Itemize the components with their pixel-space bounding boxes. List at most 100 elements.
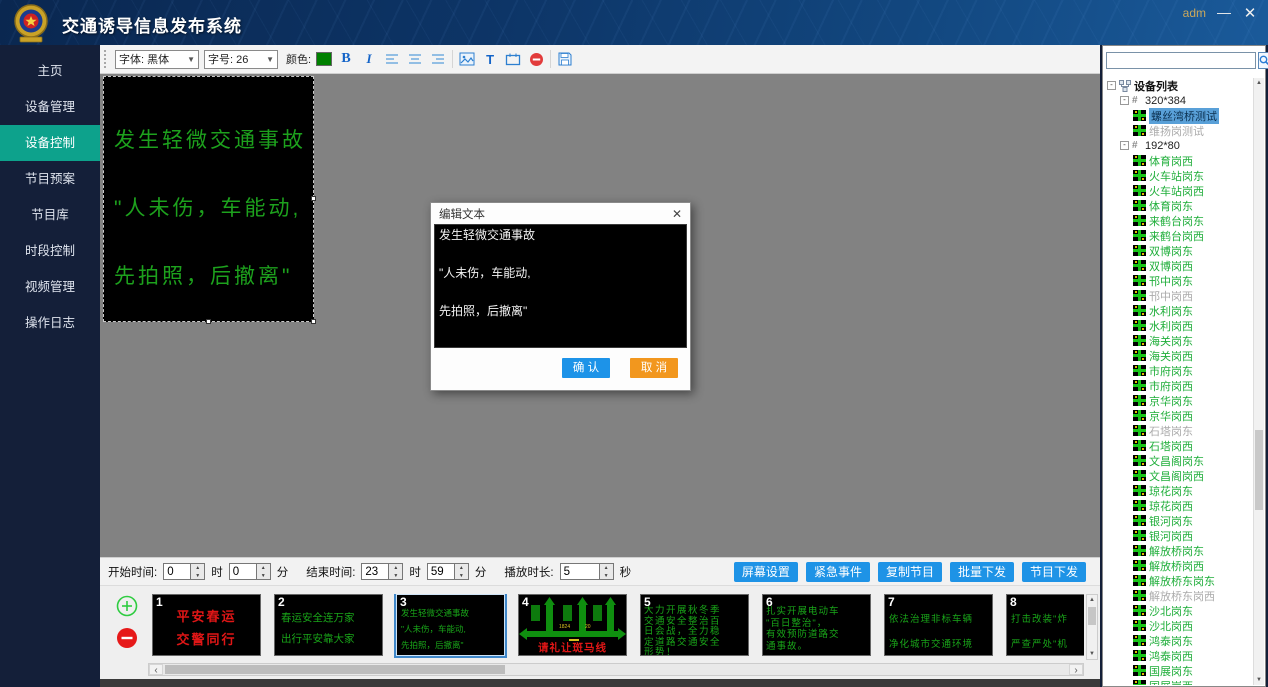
cancel-button[interactable]: 取 消 — [630, 358, 678, 378]
tree-device-item[interactable]: 解放桥东岗西 — [1105, 588, 1252, 603]
toolbar-grip[interactable] — [104, 50, 108, 68]
emergency-event-button[interactable]: 紧急事件 — [806, 562, 870, 582]
tree-device-item[interactable]: 沙北岗西 — [1105, 618, 1252, 633]
tree-device-item[interactable]: 沙北岗东 — [1105, 603, 1252, 618]
spinner-up-icon[interactable]: ▲ — [257, 564, 270, 572]
tree-device-item[interactable]: 琼花岗西 — [1105, 498, 1252, 513]
scroll-down-icon[interactable]: ▼ — [1254, 675, 1264, 685]
start-hour-input[interactable] — [163, 563, 191, 580]
minimize-button[interactable]: — — [1214, 4, 1234, 20]
tree-device-item[interactable]: 水利岗东 — [1105, 303, 1252, 318]
sidebar-item-device-control[interactable]: 设备控制 — [0, 125, 100, 161]
tree-device-item[interactable]: 鸿泰岗西 — [1105, 648, 1252, 663]
tree-device-item[interactable]: 文昌阁岗东 — [1105, 453, 1252, 468]
tree-device-item[interactable]: 体育岗东 — [1105, 198, 1252, 213]
playlist-item-3[interactable]: 3发生轻微交通事故"人未伤，车能动,先拍照，后撤离" — [396, 594, 505, 656]
tree-device-item[interactable]: 银河岗西 — [1105, 528, 1252, 543]
end-hour-input[interactable] — [361, 563, 389, 580]
close-button[interactable]: ✕ — [1240, 4, 1260, 22]
collapse-icon[interactable]: - — [1120, 141, 1129, 150]
tree-device-item[interactable]: 维扬岗测试 — [1105, 123, 1252, 138]
sidebar-item-operation-log[interactable]: 操作日志 — [0, 305, 100, 341]
playlist-item-6[interactable]: 6扎实开展电动车"百日整治"，有效预防道路交通事故。 — [762, 594, 871, 656]
font-family-select[interactable]: 字体: 黑体 ▼ — [115, 50, 199, 69]
sidebar-item-program-library[interactable]: 节目库 — [0, 197, 100, 233]
scrollbar-thumb[interactable] — [165, 665, 505, 674]
user-name[interactable]: adm — [1183, 6, 1206, 20]
copy-program-button[interactable]: 复制节目 — [878, 562, 942, 582]
tree-device-item[interactable]: 来鹤台岗东 — [1105, 213, 1252, 228]
tree-device-item[interactable]: 京华岗西 — [1105, 408, 1252, 423]
save-button[interactable] — [556, 50, 574, 68]
tree-device-item[interactable]: 文昌阁岗西 — [1105, 468, 1252, 483]
tree-device-item[interactable]: 火车站岗西 — [1105, 183, 1252, 198]
resize-handle-corner[interactable] — [311, 319, 316, 324]
tree-device-item[interactable]: 琼花岗东 — [1105, 483, 1252, 498]
device-search-input[interactable] — [1106, 52, 1256, 69]
spinner-down-icon[interactable]: ▼ — [191, 572, 204, 580]
spinner-down-icon[interactable]: ▼ — [257, 572, 270, 580]
scroll-right-icon[interactable]: › — [1069, 664, 1083, 675]
tree-device-item[interactable]: 解放桥岗东 — [1105, 543, 1252, 558]
sidebar-item-device-management[interactable]: 设备管理 — [0, 89, 100, 125]
tree-device-item[interactable]: 解放桥东岗东 — [1105, 573, 1252, 588]
resize-handle-bottom[interactable] — [206, 319, 211, 324]
tree-group-192x80[interactable]: -#192*80 — [1105, 138, 1252, 153]
tree-device-item[interactable]: 火车站岗东 — [1105, 168, 1252, 183]
tree-device-item[interactable]: 石塔岗东 — [1105, 423, 1252, 438]
add-program-button[interactable] — [116, 595, 138, 622]
playlist-item-5[interactable]: 5大力开展秋冬季交通安全整治百日会战，全力稳定道路交通安全形势！ — [640, 594, 749, 656]
tree-device-item[interactable]: 螺丝湾桥测试 — [1105, 108, 1252, 123]
tree-device-item[interactable]: 邗中岗东 — [1105, 273, 1252, 288]
tree-root-device-list[interactable]: -设备列表 — [1105, 78, 1252, 93]
tree-group-320x384[interactable]: -#320*384 — [1105, 93, 1252, 108]
led-screen-preview[interactable]: 发生轻微交通事故"人未伤，车能动,先拍照，后撤离" — [103, 76, 314, 322]
tree-device-item[interactable]: 双博岗东 — [1105, 243, 1252, 258]
scroll-up-icon[interactable]: ▲ — [1254, 78, 1264, 88]
tree-scrollbar[interactable]: ▲ ▼ — [1253, 78, 1264, 685]
device-search-button[interactable] — [1258, 52, 1268, 69]
tree-device-item[interactable]: 京华岗东 — [1105, 393, 1252, 408]
playlist-item-1[interactable]: 1平安春运交警同行 — [152, 594, 261, 656]
collapse-icon[interactable]: - — [1107, 81, 1116, 90]
scrollbar-thumb[interactable] — [1255, 430, 1263, 510]
batch-send-button[interactable]: 批量下发 — [950, 562, 1014, 582]
spinner-up-icon[interactable]: ▲ — [389, 564, 402, 572]
tree-device-item[interactable]: 邗中岗西 — [1105, 288, 1252, 303]
spinner-up-icon[interactable]: ▲ — [191, 564, 204, 572]
tree-device-item[interactable]: 双博岗西 — [1105, 258, 1252, 273]
confirm-button[interactable]: 确 认 — [562, 358, 610, 378]
tree-device-item[interactable]: 解放桥岗西 — [1105, 558, 1252, 573]
tree-device-item[interactable]: 国展岗西 — [1105, 678, 1252, 685]
insert-image-button[interactable] — [458, 50, 476, 68]
color-swatch[interactable] — [316, 52, 332, 66]
tree-device-item[interactable]: 石塔岗西 — [1105, 438, 1252, 453]
tree-device-item[interactable]: 市府岗西 — [1105, 378, 1252, 393]
playlist-vertical-scrollbar[interactable]: ▲ ▼ — [1086, 594, 1098, 660]
sidebar-item-program-plan[interactable]: 节目预案 — [0, 161, 100, 197]
end-minute-input[interactable] — [427, 563, 455, 580]
spinner-down-icon[interactable]: ▼ — [455, 572, 468, 580]
sidebar-item-home[interactable]: 主页 — [0, 53, 100, 89]
tree-device-item[interactable]: 水利岗西 — [1105, 318, 1252, 333]
delete-area-button[interactable] — [527, 50, 545, 68]
tree-device-item[interactable]: 市府岗东 — [1105, 363, 1252, 378]
resize-handle-right[interactable] — [311, 196, 316, 201]
scroll-down-icon[interactable]: ▼ — [1087, 649, 1097, 659]
sidebar-item-video-management[interactable]: 视频管理 — [0, 269, 100, 305]
insert-text-button[interactable]: T — [481, 50, 499, 68]
duration-input[interactable] — [560, 563, 600, 580]
program-send-button[interactable]: 节目下发 — [1022, 562, 1086, 582]
spinner-up-icon[interactable]: ▲ — [600, 564, 613, 572]
dialog-close-icon[interactable]: ✕ — [672, 207, 682, 221]
remove-program-button[interactable] — [116, 627, 138, 654]
align-right-button[interactable] — [429, 50, 447, 68]
screen-frame-button[interactable] — [504, 50, 522, 68]
tree-device-item[interactable]: 银河岗东 — [1105, 513, 1252, 528]
scroll-left-icon[interactable]: ‹ — [149, 664, 163, 675]
collapse-icon[interactable]: - — [1120, 96, 1129, 105]
scrollbar-track[interactable] — [163, 664, 1069, 675]
align-left-button[interactable] — [383, 50, 401, 68]
spinner-up-icon[interactable]: ▲ — [455, 564, 468, 572]
scroll-up-icon[interactable]: ▲ — [1087, 595, 1097, 605]
